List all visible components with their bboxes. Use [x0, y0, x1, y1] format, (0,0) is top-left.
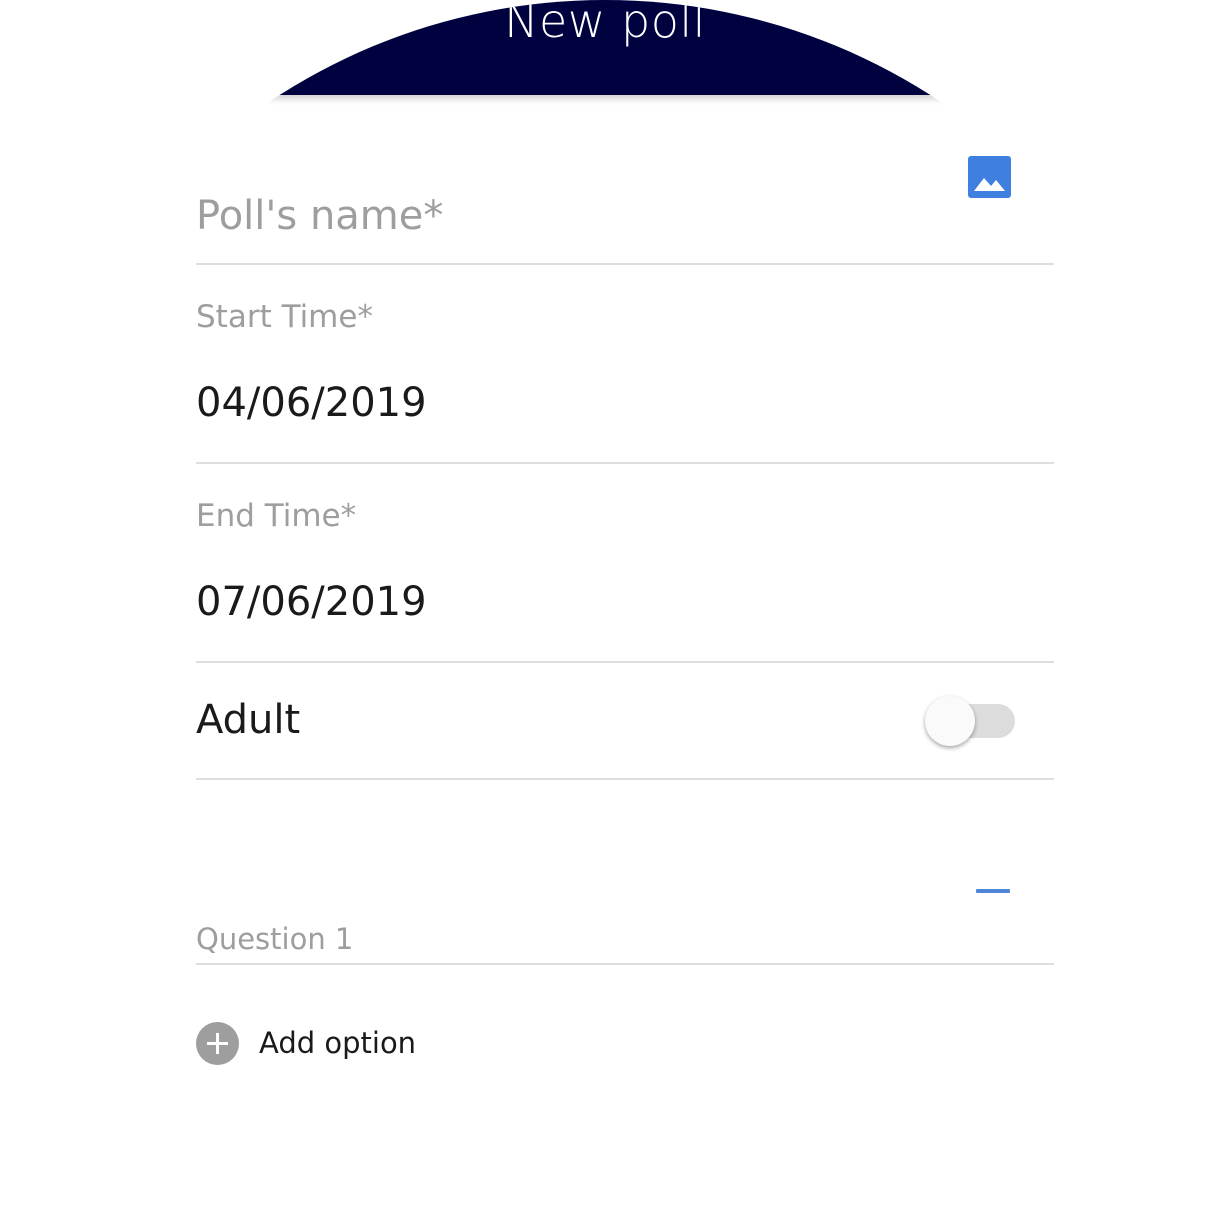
- start-time-underline: [196, 462, 1054, 464]
- round-display-mask: New poll: [0, 0, 1210, 1210]
- end-time-underline: [196, 661, 1054, 663]
- question-1-input[interactable]: Question 1: [196, 921, 353, 957]
- end-time-field[interactable]: 07/06/2019: [196, 579, 427, 625]
- adult-label: Adult: [196, 697, 301, 743]
- poll-name-input[interactable]: Poll's name*: [196, 193, 443, 239]
- switch-thumb: [925, 696, 975, 746]
- page-title: New poll: [504, 0, 706, 48]
- adult-switch[interactable]: [923, 694, 1017, 748]
- adult-underline: [196, 778, 1054, 780]
- start-time-field[interactable]: 04/06/2019: [196, 380, 427, 426]
- poll-name-underline: [196, 263, 1054, 265]
- remove-question-button[interactable]: [972, 874, 1014, 908]
- minus-icon: [976, 889, 1010, 893]
- add-image-button[interactable]: [968, 156, 1011, 198]
- question-1-underline: [196, 963, 1054, 965]
- add-option-label: Add option: [259, 1026, 417, 1060]
- end-time-label: End Time*: [196, 498, 357, 534]
- add-option-button[interactable]: Add option: [196, 1021, 416, 1065]
- app-bar: New poll: [0, 0, 1210, 95]
- plus-circle-icon: [196, 1021, 239, 1065]
- image-icon: [968, 156, 1011, 198]
- create-poll-screen: New poll Poll's name* Start Time* 04/06/…: [0, 0, 1210, 1210]
- start-time-label: Start Time*: [196, 299, 373, 335]
